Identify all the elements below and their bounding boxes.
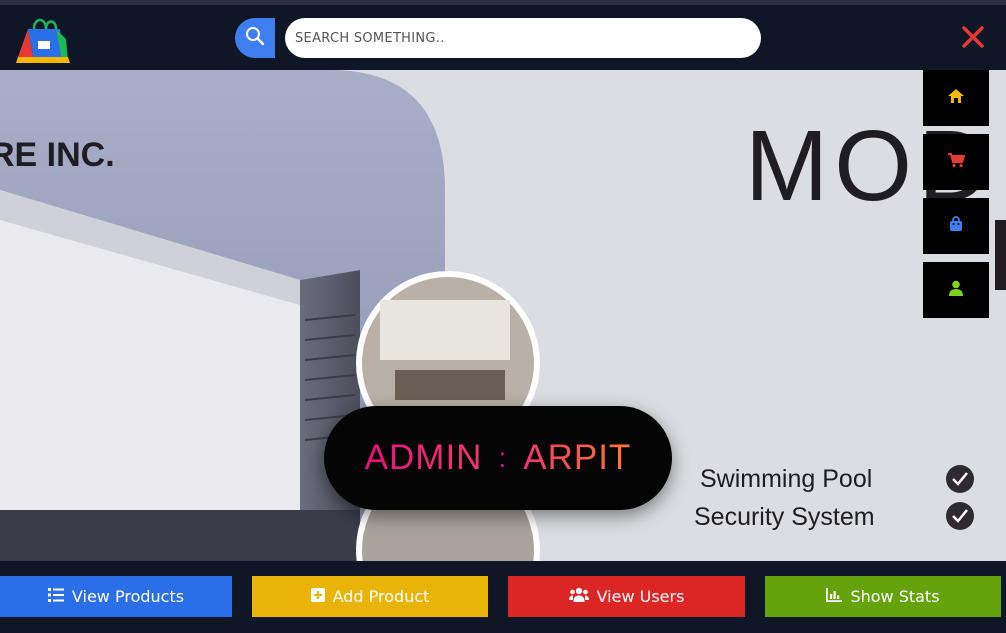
search-button[interactable] <box>235 18 275 58</box>
close-button[interactable] <box>958 24 988 54</box>
feature-swimming-pool: Swimming Pool <box>700 465 872 493</box>
home-icon <box>947 88 965 108</box>
admin-badge: ADMIN : ARPIT <box>324 406 672 510</box>
view-products-button[interactable]: View Products <box>0 576 232 617</box>
admin-actions-bar: View Products Add Product View Users Sho… <box>0 561 1006 633</box>
add-product-button[interactable]: Add Product <box>252 576 488 617</box>
side-menu-cart[interactable] <box>923 134 989 190</box>
show-stats-button[interactable]: Show Stats <box>765 576 1001 617</box>
search-icon <box>245 26 265 50</box>
shopping-bag-logo-icon[interactable] <box>16 13 70 65</box>
view-users-button[interactable]: View Users <box>508 576 745 617</box>
feature-security-system: Security System <box>694 503 875 531</box>
admin-name: ARPIT <box>523 438 632 477</box>
plus-square-icon <box>310 587 325 606</box>
add-product-label: Add Product <box>332 587 430 606</box>
view-products-label: View Products <box>71 587 185 606</box>
cart-icon <box>947 152 966 172</box>
banner-left-text: RE INC. <box>0 136 115 174</box>
shopping-bag-icon <box>949 216 963 236</box>
user-icon <box>949 280 963 300</box>
navbar <box>0 5 1006 70</box>
list-icon <box>47 587 64 606</box>
search-input[interactable] <box>285 18 761 58</box>
show-stats-label: Show Stats <box>850 587 940 606</box>
admin-separator: : <box>498 442 508 473</box>
side-menu-orders[interactable] <box>923 198 989 254</box>
users-icon <box>568 587 589 606</box>
side-menu-profile[interactable] <box>923 262 989 318</box>
side-menu-home[interactable] <box>923 70 989 126</box>
side-menu <box>923 70 989 326</box>
admin-role-label: ADMIN <box>364 438 483 477</box>
view-users-label: View Users <box>596 587 685 606</box>
bar-chart-icon <box>826 587 843 606</box>
close-icon <box>962 26 984 52</box>
